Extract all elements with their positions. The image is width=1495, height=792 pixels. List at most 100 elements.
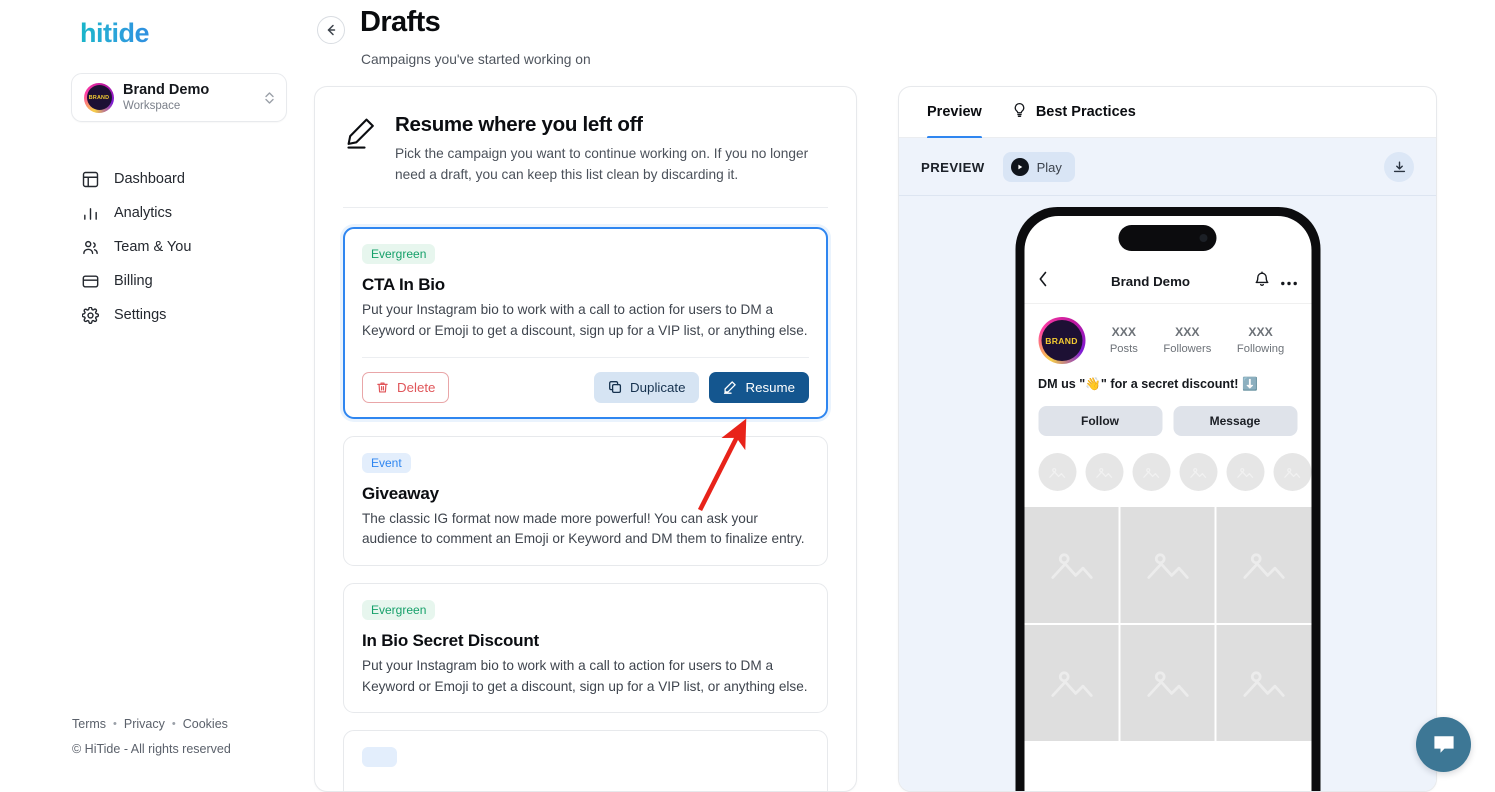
preview-toolbar: PREVIEW Play — [899, 138, 1436, 182]
image-placeholder-icon — [1237, 467, 1254, 478]
stat-label: Following — [1236, 342, 1285, 355]
brand-logo[interactable]: hitide — [80, 18, 150, 49]
image-placeholder-icon — [1190, 467, 1207, 478]
story-highlight[interactable] — [1038, 453, 1076, 491]
chevron-up-down-icon — [262, 89, 276, 107]
grid-cell[interactable] — [1120, 507, 1215, 623]
instagram-action-buttons: Follow Message — [1024, 392, 1311, 436]
footer-link-cookies[interactable]: Cookies — [183, 717, 228, 731]
workspace-selector[interactable]: BRAND Brand Demo Workspace — [71, 73, 287, 122]
story-highlight[interactable] — [1085, 453, 1123, 491]
image-placeholder-icon — [1143, 467, 1160, 478]
grid-cell[interactable] — [1024, 507, 1119, 623]
sidebar-item-dashboard[interactable]: Dashboard — [82, 162, 282, 196]
image-placeholder-icon — [1096, 467, 1113, 478]
billing-icon — [82, 273, 99, 290]
instagram-username: Brand Demo — [1110, 274, 1191, 289]
story-highlight[interactable] — [1226, 453, 1264, 491]
story-highlight[interactable] — [1273, 453, 1311, 491]
sidebar-item-billing[interactable]: Billing — [82, 264, 282, 298]
draft-description: The classic IG format now made more powe… — [362, 510, 805, 547]
play-button[interactable]: Play — [1002, 152, 1075, 182]
bell-icon[interactable] — [1254, 271, 1269, 292]
analytics-icon — [82, 205, 99, 222]
pencil-icon — [343, 113, 379, 185]
message-button[interactable]: Message — [1173, 406, 1297, 436]
stat-posts: XXX Posts — [1110, 325, 1138, 357]
draft-card-in-bio-secret-discount[interactable]: Evergreen In Bio Secret Discount Put you… — [343, 583, 828, 714]
download-icon — [1393, 161, 1405, 172]
grid-cell[interactable] — [1216, 507, 1311, 623]
settings-icon — [82, 306, 99, 324]
draft-card-giveaway[interactable]: Event Giveaway The classic IG format now… — [343, 435, 828, 567]
camera-icon — [1199, 234, 1208, 242]
preview-tabs: Preview Best Practices — [899, 87, 1436, 139]
page-subtitle: Campaigns you've started working on — [361, 52, 591, 67]
image-placeholder-icon — [1049, 467, 1066, 478]
footer-link-privacy[interactable]: Privacy — [124, 717, 165, 731]
trash-icon — [377, 382, 388, 393]
draft-description: Put your Instagram bio to work with a ca… — [362, 302, 808, 339]
tab-preview-label: Preview — [927, 104, 982, 120]
resume-description: Pick the campaign you want to continue w… — [395, 146, 809, 183]
draft-card-cta-in-bio[interactable]: Evergreen CTA In Bio Put your Instagram … — [343, 227, 828, 419]
sidebar-item-label: Dashboard — [114, 171, 185, 187]
image-placeholder-icon — [1284, 467, 1301, 478]
sidebar-item-settings[interactable]: Settings — [82, 298, 282, 332]
footer-separator: • — [113, 718, 117, 730]
footer-copyright: © HiTide - All rights reserved — [72, 742, 231, 756]
grid-cell[interactable] — [1024, 625, 1119, 741]
phone-notch — [1118, 225, 1217, 251]
story-highlight[interactable] — [1179, 453, 1217, 491]
app-root: hitide BRAND Brand Demo Workspace Dashbo… — [0, 0, 1495, 792]
resume-button[interactable]: Resume — [709, 371, 809, 403]
back-button[interactable] — [317, 16, 345, 44]
chat-widget-button[interactable] — [1416, 717, 1471, 772]
workspace-name: Brand Demo — [123, 82, 210, 99]
workspace-avatar: BRAND — [84, 82, 114, 113]
sidebar-item-team[interactable]: Team & You — [82, 230, 282, 264]
draft-title: CTA In Bio — [362, 275, 445, 295]
instagram-post-grid — [1024, 507, 1311, 741]
image-placeholder-icon — [1147, 553, 1189, 579]
instagram-topbar: Brand Demo — [1024, 260, 1311, 304]
stat-value: XXX — [1111, 324, 1136, 339]
image-placeholder-icon — [1051, 671, 1093, 697]
footer-link-terms[interactable]: Terms — [72, 717, 106, 731]
copy-icon — [609, 381, 622, 394]
page-title: Drafts — [360, 6, 441, 38]
image-placeholder-icon — [1243, 671, 1285, 697]
profile-avatar-label: BRAND — [1041, 320, 1082, 361]
arrow-left-icon — [327, 24, 336, 36]
draft-actions: Delete Duplicate Resume — [362, 356, 809, 403]
tab-preview[interactable]: Preview — [927, 87, 982, 139]
sidebar-item-label: Team & You — [114, 239, 192, 255]
pencil-edit-icon — [724, 381, 737, 395]
duplicate-button[interactable]: Duplicate — [594, 371, 700, 403]
grid-cell[interactable] — [1120, 625, 1215, 741]
stat-following: XXX Following — [1237, 325, 1284, 357]
chat-bubble-icon — [1433, 735, 1454, 753]
resume-button-label: Resume — [745, 379, 795, 395]
sidebar-item-analytics[interactable]: Analytics — [82, 196, 282, 230]
main-content: Drafts Campaigns you've started working … — [300, 0, 1495, 792]
preview-body: PREVIEW Play Brand Demo BRAND XXX Posts … — [899, 138, 1436, 791]
tab-best-practices[interactable]: Best Practices — [1012, 87, 1136, 138]
resume-title: Resume where you left off — [395, 113, 643, 136]
workspace-avatar-label: BRAND — [86, 85, 112, 110]
draft-card-partial[interactable] — [343, 730, 828, 791]
more-horizontal-icon[interactable] — [1280, 273, 1297, 291]
story-highlight[interactable] — [1132, 453, 1170, 491]
duplicate-button-label: Duplicate — [630, 379, 686, 395]
download-button[interactable] — [1384, 152, 1414, 182]
sidebar: hitide BRAND Brand Demo Workspace Dashbo… — [0, 0, 300, 792]
delete-button[interactable]: Delete — [362, 371, 450, 403]
instagram-bio: DM us "👋" for a secret discount! ⬇️ — [1038, 377, 1258, 391]
follow-button[interactable]: Follow — [1038, 406, 1162, 436]
sidebar-footer: Terms • Privacy • Cookies © HiTide - All… — [72, 717, 231, 756]
status-badge: Evergreen — [362, 600, 436, 621]
grid-cell[interactable] — [1216, 625, 1311, 741]
status-badge: Evergreen — [362, 244, 436, 265]
chevron-left-icon[interactable] — [1038, 271, 1047, 292]
stat-label: Followers — [1163, 342, 1212, 355]
